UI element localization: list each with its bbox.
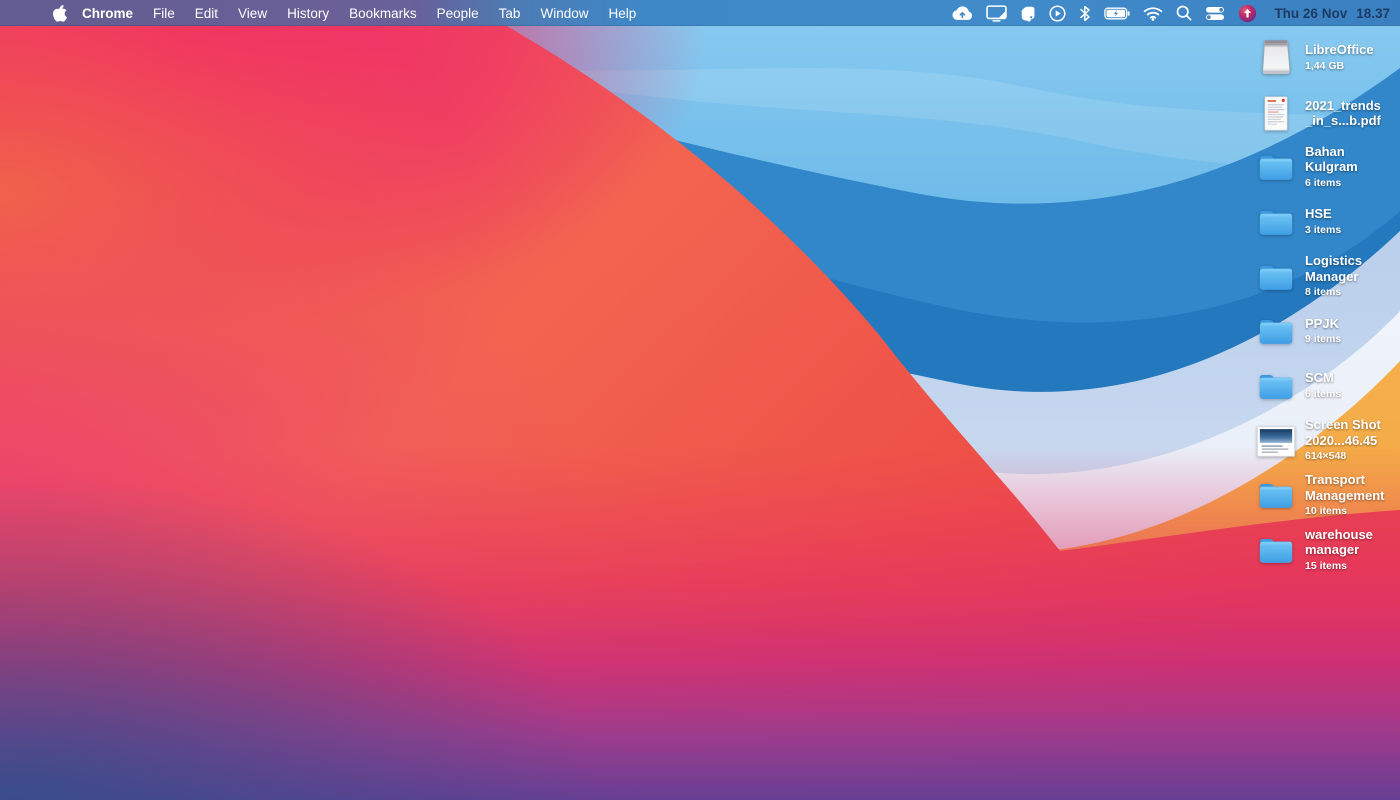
- menu-bar-clock[interactable]: Thu 26 Nov 18.37: [1274, 6, 1390, 21]
- status-icons: [951, 4, 1257, 23]
- evernote-icon[interactable]: [1020, 5, 1036, 22]
- folder-icon: [1256, 317, 1296, 346]
- apple-logo-icon[interactable]: [52, 4, 67, 22]
- folder-icon: [1256, 536, 1296, 565]
- desktop-item-label: TransportManagement10 items: [1305, 472, 1384, 520]
- pdf-file-icon: [1256, 95, 1296, 132]
- menu-bar: Chrome FileEditViewHistoryBookmarksPeopl…: [0, 0, 1400, 26]
- item-info: 10 items: [1305, 504, 1384, 520]
- desktop-item-logistics-manager[interactable]: LogisticsManager8 items: [1256, 250, 1398, 305]
- item-info: 6 items: [1305, 387, 1341, 403]
- menu-tab[interactable]: Tab: [489, 6, 531, 21]
- item-name-line: Management: [1305, 488, 1384, 504]
- folder-icon: [1256, 263, 1296, 292]
- item-name-line: warehouse: [1305, 527, 1373, 543]
- desktop-item-warehouse-manager[interactable]: warehousemanager15 items: [1256, 523, 1398, 578]
- item-info: 15 items: [1305, 559, 1373, 575]
- desktop-item-2021-trends-in-s-b-pdf[interactable]: 2021_trends_in_s...b.pdf: [1256, 86, 1398, 141]
- item-name-line: SCM: [1305, 370, 1341, 386]
- desktop-item-label: 2021_trends_in_s...b.pdf: [1305, 98, 1381, 129]
- item-name-line: Logistics: [1305, 253, 1362, 269]
- folder-icon: [1256, 153, 1296, 182]
- control-center-icon[interactable]: [1205, 6, 1225, 21]
- active-app-name[interactable]: Chrome: [82, 6, 133, 21]
- menu-bar-status-area: Thu 26 Nov 18.37: [951, 4, 1400, 23]
- item-name-line: Bahan: [1305, 144, 1358, 160]
- disk-image-icon: [1256, 39, 1296, 77]
- battery-charging-icon[interactable]: [1104, 7, 1130, 20]
- item-name-line: manager: [1305, 542, 1373, 558]
- desktop-item-label: warehousemanager15 items: [1305, 527, 1373, 575]
- item-name-line: Kulgram: [1305, 159, 1358, 175]
- item-name-line: Manager: [1305, 269, 1362, 285]
- item-info: 9 items: [1305, 332, 1341, 348]
- item-info: 6 items: [1305, 176, 1358, 192]
- clock-date: Thu 26 Nov: [1274, 6, 1347, 21]
- item-info: 1,44 GB: [1305, 59, 1374, 75]
- menu-view[interactable]: View: [228, 6, 277, 21]
- item-name-line: Transport: [1305, 472, 1384, 488]
- desktop-item-label: LibreOffice1,44 GB: [1305, 42, 1374, 74]
- desktop-item-screen-shot-2020-46-45[interactable]: Screen Shot2020...46.45614×548: [1256, 414, 1398, 469]
- desktop-item-transport-management[interactable]: TransportManagement10 items: [1256, 469, 1398, 524]
- desktop-screen: Chrome FileEditViewHistoryBookmarksPeopl…: [0, 0, 1400, 800]
- desktop-item-libreoffice[interactable]: LibreOffice1,44 GB: [1256, 31, 1398, 86]
- menu-list: FileEditViewHistoryBookmarksPeopleTabWin…: [143, 6, 646, 21]
- play-circle-icon[interactable]: [1049, 5, 1066, 22]
- item-name-line: _in_s...b.pdf: [1305, 113, 1381, 129]
- desktop-item-label: LogisticsManager8 items: [1305, 253, 1362, 301]
- item-info: 614×548: [1305, 449, 1381, 465]
- desktop-item-bahan-kulgram[interactable]: BahanKulgram6 items: [1256, 140, 1398, 195]
- item-name-line: 2020...46.45: [1305, 433, 1381, 449]
- clock-time: 18.37: [1356, 6, 1390, 21]
- folder-icon: [1256, 208, 1296, 237]
- big-sur-wallpaper: [0, 26, 1400, 800]
- wifi-icon[interactable]: [1143, 6, 1163, 21]
- menu-history[interactable]: History: [277, 6, 339, 21]
- folder-icon: [1256, 372, 1296, 401]
- menu-edit[interactable]: Edit: [185, 6, 228, 21]
- desktop-item-label: BahanKulgram6 items: [1305, 144, 1358, 192]
- menu-file[interactable]: File: [143, 6, 185, 21]
- menu-window[interactable]: Window: [530, 6, 598, 21]
- item-info: 3 items: [1305, 223, 1341, 239]
- app-sphere-icon[interactable]: [1238, 4, 1257, 23]
- item-name-line: 2021_trends: [1305, 98, 1381, 114]
- bluetooth-icon[interactable]: [1079, 5, 1091, 22]
- spotlight-search-icon[interactable]: [1176, 5, 1192, 21]
- desktop-item-label: HSE3 items: [1305, 206, 1341, 238]
- desktop-item-label: PPJK9 items: [1305, 316, 1341, 348]
- menu-help[interactable]: Help: [598, 6, 646, 21]
- item-name-line: Screen Shot: [1305, 417, 1381, 433]
- onedrive-cloud-icon[interactable]: [951, 6, 973, 21]
- item-name-line: LibreOffice: [1305, 42, 1374, 58]
- display-icon[interactable]: [986, 5, 1007, 22]
- image-thumbnail-icon: [1256, 426, 1296, 457]
- desktop-item-label: Screen Shot2020...46.45614×548: [1305, 417, 1381, 465]
- desktop-items-column: LibreOffice1,44 GB 2021_trends_in_s...b.…: [1256, 31, 1398, 578]
- menu-people[interactable]: People: [427, 6, 489, 21]
- desktop-item-label: SCM6 items: [1305, 370, 1341, 402]
- desktop-item-ppjk[interactable]: PPJK9 items: [1256, 304, 1398, 359]
- item-name-line: HSE: [1305, 206, 1341, 222]
- desktop-item-hse[interactable]: HSE3 items: [1256, 195, 1398, 250]
- item-info: 8 items: [1305, 285, 1362, 301]
- menu-bookmarks[interactable]: Bookmarks: [339, 6, 427, 21]
- desktop-item-scm[interactable]: SCM6 items: [1256, 359, 1398, 414]
- item-name-line: PPJK: [1305, 316, 1341, 332]
- folder-icon: [1256, 481, 1296, 510]
